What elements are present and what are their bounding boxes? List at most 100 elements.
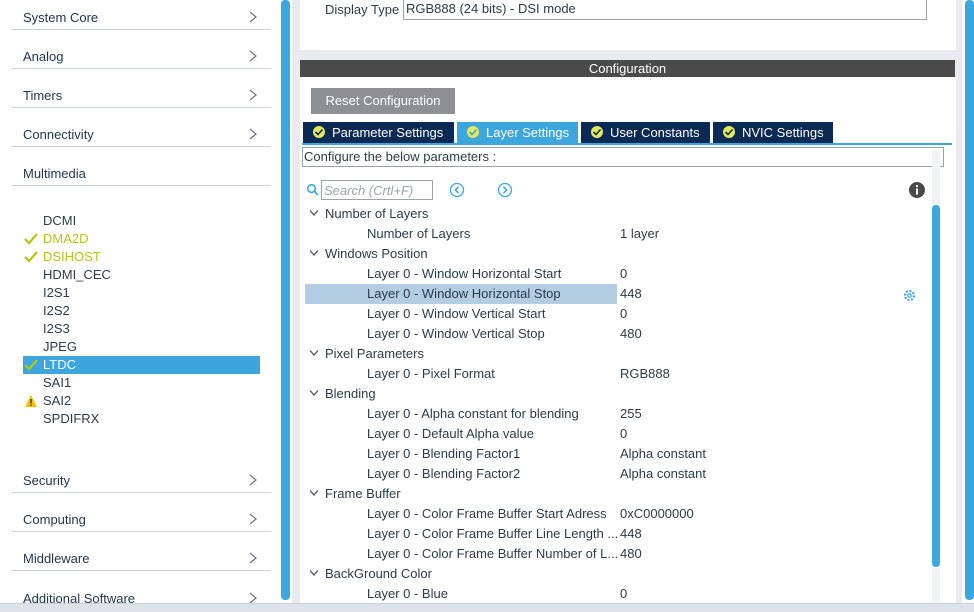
tab-nvic-settings[interactable]: NVIC Settings bbox=[713, 122, 833, 143]
parameter-value[interactable]: 0xC0000000 bbox=[620, 506, 694, 521]
chevron-right-icon bbox=[249, 11, 257, 23]
multimedia-item-ltdc[interactable]: LTDC bbox=[23, 356, 260, 374]
parameter-value[interactable]: 1 layer bbox=[620, 226, 659, 241]
parameter-value[interactable]: 0 bbox=[620, 426, 627, 441]
check-circle-icon bbox=[313, 126, 325, 138]
info-icon[interactable] bbox=[908, 181, 926, 199]
tree-group-row[interactable]: Pixel Parameters bbox=[305, 344, 931, 364]
multimedia-item-spdifrx[interactable]: SPDIFRX bbox=[23, 410, 260, 428]
previous-match-icon[interactable] bbox=[449, 182, 465, 198]
tab-parameter-settings[interactable]: Parameter Settings bbox=[303, 122, 454, 143]
tree-parameter-row[interactable]: Layer 0 - Pixel Format RGB888 bbox=[305, 364, 931, 384]
parameter-name: Layer 0 - Blue bbox=[367, 586, 448, 601]
parameter-name: Layer 0 - Color Frame Buffer Line Length… bbox=[367, 526, 617, 541]
reset-configuration-button[interactable]: Reset Configuration bbox=[311, 88, 455, 114]
warning-icon bbox=[25, 395, 37, 407]
check-circle-icon bbox=[591, 126, 603, 138]
item-label: JPEG bbox=[43, 339, 77, 354]
parameter-value[interactable]: 480 bbox=[620, 326, 642, 341]
tree-parameter-row[interactable]: Layer 0 - Window Horizontal Stop 448 bbox=[305, 284, 931, 304]
category-connectivity[interactable]: Connectivity bbox=[12, 113, 271, 147]
sidebar-scrollbar[interactable] bbox=[281, 0, 290, 600]
chevron-down-icon[interactable] bbox=[309, 569, 319, 577]
tree-parameter-row[interactable]: Layer 0 - Blending Factor1 Alpha constant bbox=[305, 444, 931, 464]
tree-parameter-row[interactable]: Layer 0 - Color Frame Buffer Start Adres… bbox=[305, 504, 931, 524]
multimedia-item-sai1[interactable]: SAI1 bbox=[23, 374, 260, 392]
parameter-name: Layer 0 - Window Vertical Stop bbox=[367, 326, 545, 341]
gear-icon[interactable] bbox=[903, 289, 916, 302]
tree-parameter-row[interactable]: Layer 0 - Window Vertical Start 0 bbox=[305, 304, 931, 324]
item-label: I2S3 bbox=[43, 321, 70, 336]
tree-parameter-row[interactable]: Layer 0 - Blending Factor2 Alpha constant bbox=[305, 464, 931, 484]
tree-group-row[interactable]: Number of Layers bbox=[305, 204, 931, 224]
parameter-name: Layer 0 - Color Frame Buffer Start Adres… bbox=[367, 506, 607, 521]
parameter-value[interactable]: 0 bbox=[620, 586, 627, 601]
multimedia-item-i2s3[interactable]: I2S3 bbox=[23, 320, 260, 338]
group-label: Blending bbox=[325, 386, 376, 401]
multimedia-item-dma2d[interactable]: DMA2D bbox=[23, 230, 260, 248]
parameter-value[interactable]: 480 bbox=[620, 546, 642, 561]
category-label: Connectivity bbox=[23, 127, 94, 142]
parameter-value[interactable]: Alpha constant bbox=[620, 446, 706, 461]
parameter-name: Layer 0 - Window Vertical Start bbox=[367, 306, 546, 321]
multimedia-item-jpeg[interactable]: JPEG bbox=[23, 338, 260, 356]
tree-parameter-row[interactable]: Layer 0 - Blue 0 bbox=[305, 584, 931, 604]
tree-parameter-row[interactable]: Number of Layers 1 layer bbox=[305, 224, 931, 244]
category-label: Timers bbox=[23, 88, 63, 103]
multimedia-item-hdmi-cec[interactable]: HDMI_CEC bbox=[23, 266, 260, 284]
group-label: Pixel Parameters bbox=[325, 346, 424, 361]
display-type-field[interactable]: RGB888 (24 bits) - DSI mode bbox=[403, 0, 927, 20]
chevron-down-icon[interactable] bbox=[309, 389, 319, 397]
chevron-down-icon[interactable] bbox=[309, 209, 319, 217]
next-match-icon[interactable] bbox=[497, 182, 513, 198]
tree-parameter-row[interactable]: Layer 0 - Default Alpha value 0 bbox=[305, 424, 931, 444]
tab-layer-settings[interactable]: Layer Settings bbox=[457, 122, 578, 143]
tree-parameter-row[interactable]: Layer 0 - Color Frame Buffer Number of L… bbox=[305, 544, 931, 564]
multimedia-item-sai2[interactable]: SAI2 bbox=[23, 392, 260, 410]
tab-user-constants[interactable]: User Constants bbox=[581, 122, 710, 143]
tree-parameter-row[interactable]: Layer 0 - Window Vertical Stop 480 bbox=[305, 324, 931, 344]
tab-label: NVIC Settings bbox=[742, 125, 824, 140]
multimedia-item-dcmi[interactable]: DCMI bbox=[23, 212, 260, 230]
category-middleware[interactable]: Middleware bbox=[12, 537, 271, 571]
parameter-value[interactable]: RGB888 bbox=[620, 366, 670, 381]
chevron-down-icon[interactable] bbox=[309, 249, 319, 257]
parameter-value[interactable]: 255 bbox=[620, 406, 642, 421]
tree-scrollbar[interactable] bbox=[932, 205, 940, 567]
tree-parameter-row[interactable]: Layer 0 - Alpha constant for blending 255 bbox=[305, 404, 931, 424]
page-scroll-track bbox=[962, 0, 974, 612]
parameter-value[interactable]: 0 bbox=[620, 306, 627, 321]
tree-group-row[interactable]: Windows Position bbox=[305, 244, 931, 264]
tab-label: Layer Settings bbox=[486, 125, 570, 140]
tree-group-row[interactable]: Blending bbox=[305, 384, 931, 404]
category-analog[interactable]: Analog bbox=[12, 35, 271, 69]
horizontal-scrollbar[interactable] bbox=[0, 603, 974, 612]
parameter-value[interactable]: 448 bbox=[620, 286, 642, 301]
chevron-right-icon bbox=[249, 474, 257, 486]
chevron-right-icon bbox=[249, 552, 257, 564]
parameter-value[interactable]: 0 bbox=[620, 266, 627, 281]
chevron-down-icon[interactable] bbox=[309, 489, 319, 497]
item-label: DCMI bbox=[43, 213, 77, 228]
tree-parameter-row[interactable]: Layer 0 - Window Horizontal Start 0 bbox=[305, 264, 931, 284]
chevron-down-icon[interactable] bbox=[309, 349, 319, 357]
tree-group-row[interactable]: Frame Buffer bbox=[305, 484, 931, 504]
group-label: Frame Buffer bbox=[325, 486, 401, 501]
item-label: HDMI_CEC bbox=[43, 267, 111, 282]
configuration-header: Configuration bbox=[300, 60, 955, 77]
category-security[interactable]: Security bbox=[12, 459, 271, 493]
category-timers[interactable]: Timers bbox=[12, 74, 271, 108]
category-multimedia[interactable]: Multimedia bbox=[12, 152, 271, 186]
parameter-value[interactable]: Alpha constant bbox=[620, 466, 706, 481]
category-system-core[interactable]: System Core bbox=[12, 0, 271, 30]
category-computing[interactable]: Computing bbox=[12, 498, 271, 532]
tree-group-row[interactable]: BackGround Color bbox=[305, 564, 931, 584]
multimedia-item-i2s1[interactable]: I2S1 bbox=[23, 284, 260, 302]
multimedia-item-i2s2[interactable]: I2S2 bbox=[23, 302, 260, 320]
parameter-value[interactable]: 448 bbox=[620, 526, 642, 541]
search-input[interactable] bbox=[321, 180, 433, 200]
category-label: System Core bbox=[23, 10, 99, 25]
tree-parameter-row[interactable]: Layer 0 - Color Frame Buffer Line Length… bbox=[305, 524, 931, 544]
multimedia-item-dsihost[interactable]: DSIHOST bbox=[23, 248, 260, 266]
page-scrollbar[interactable] bbox=[965, 0, 974, 600]
